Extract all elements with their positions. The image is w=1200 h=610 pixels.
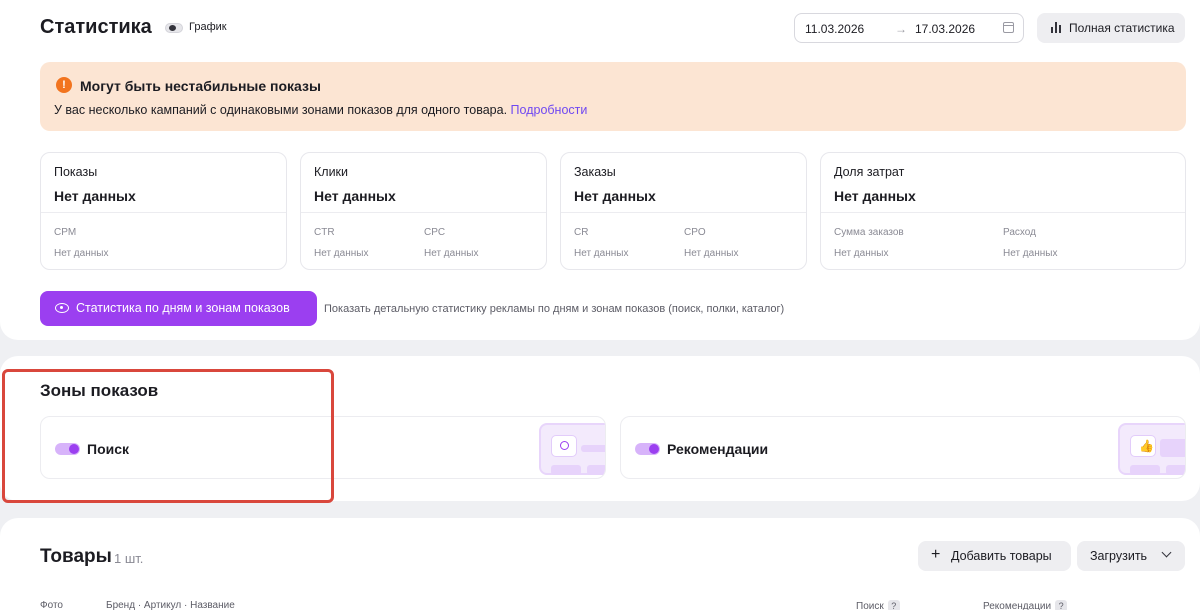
recommendations-zone-label: Рекомендации [667,441,769,457]
metric-value: Нет данных [314,188,396,204]
column-header-search-label: Поиск [856,601,884,610]
metric-card-cost-share: Доля затрат Нет данных Сумма заказов Нет… [820,152,1186,270]
column-header-brand: Бренд · Артикул · Название [106,600,235,610]
divider [821,212,1185,213]
submetric-value: Нет данных [54,248,109,259]
full-statistics-label: Полная статистика [1069,21,1175,35]
thumb-box: 👍 [1130,435,1156,457]
warning-alert: ! Могут быть нестабильные показы У вас н… [40,62,1186,131]
recommendations-illustration: 👍 [1118,423,1185,475]
submetric-label: CPO [684,227,706,238]
toggle-knob [649,444,659,454]
recommendations-zone-toggle[interactable] [635,443,660,455]
divider [561,212,806,213]
metric-label: Доля затрат [834,165,905,179]
highlight-frame [2,369,334,503]
metric-value: Нет данных [834,188,916,204]
graph-toggle-label: График [189,21,227,33]
eye-icon [55,303,69,313]
column-header-recommendations-label: Рекомендации [983,601,1052,610]
submetric-label: Сумма заказов [834,227,904,238]
submetric-label: CR [574,227,589,238]
search-box [551,435,577,457]
divider [41,212,286,213]
full-statistics-button[interactable]: Полная статистика [1037,13,1185,43]
divider [301,212,546,213]
calendar-icon[interactable] [1003,22,1014,33]
goods-card: Товары 1 шт. + Добавить товары Загрузить… [0,518,1200,610]
date-from[interactable]: 11.03.2026 [805,22,864,36]
submetric-value: Нет данных [574,248,629,259]
statistics-card: Статистика График 11.03.2026 → 17.03.202… [0,0,1200,340]
submetric-value: Нет данных [314,248,369,259]
add-goods-button[interactable]: + Добавить товары [918,541,1071,571]
help-icon[interactable]: ? [887,600,900,610]
submetric-value: Нет данных [424,248,479,259]
upload-label: Загрузить [1090,549,1148,563]
column-header-recommendations: Рекомендации? [983,600,1068,610]
submetric-label: CPC [424,227,446,238]
submetric-value: Нет данных [684,248,739,259]
page-title: Статистика [40,16,152,38]
warning-icon: ! [56,77,72,93]
daily-zone-stats-button[interactable]: Статистика по дням и зонам показов [40,291,317,326]
column-header-search: Поиск? [856,600,900,610]
zone-card-recommendations: Рекомендации 👍 [620,416,1186,479]
date-to[interactable]: 17.03.2026 [915,22,975,36]
metric-card-orders: Заказы Нет данных CR Нет данных CPO Нет … [560,152,807,270]
date-range-picker[interactable]: 11.03.2026 → 17.03.2026 [794,13,1024,43]
daily-zone-stats-hint: Показать детальную статистику рекламы по… [324,303,785,315]
submetric-label: CPM [54,227,77,238]
metric-value: Нет данных [54,188,136,204]
metric-card-clicks: Клики Нет данных CTR Нет данных CPC Нет … [300,152,547,270]
bar-chart-icon [1051,22,1063,33]
graph-toggle[interactable] [165,23,183,33]
alert-text: У вас несколько кампаний с одинаковыми з… [54,103,587,117]
alert-title: Могут быть нестабильные показы [80,78,321,94]
plus-icon: + [931,546,941,563]
alert-message: У вас несколько кампаний с одинаковыми з… [54,103,511,117]
help-icon[interactable]: ? [1055,600,1068,610]
toggle-knob [169,25,176,31]
goods-count: 1 шт. [114,551,144,566]
upload-dropdown-button[interactable]: Загрузить [1077,541,1185,571]
search-illustration [539,423,605,475]
submetric-value: Нет данных [1003,248,1058,259]
submetric-label: CTR [314,227,335,238]
metric-card-impressions: Показы Нет данных CPM Нет данных [40,152,287,270]
column-header-photo: Фото [40,600,63,610]
chevron-down-icon [1161,547,1172,558]
search-icon [560,441,569,450]
arrow-right-icon: → [895,22,907,36]
metric-label: Показы [54,165,98,179]
metric-label: Заказы [574,165,616,179]
add-goods-label: Добавить товары [951,549,1052,563]
thumbs-up-icon: 👍 [1139,439,1154,453]
daily-zone-stats-label: Статистика по дням и зонам показов [76,301,290,315]
submetric-value: Нет данных [834,248,889,259]
details-link[interactable]: Подробности [511,103,588,117]
metric-label: Клики [314,165,349,179]
submetric-label: Расход [1003,227,1036,238]
metric-value: Нет данных [574,188,656,204]
goods-title: Товары [40,546,112,567]
